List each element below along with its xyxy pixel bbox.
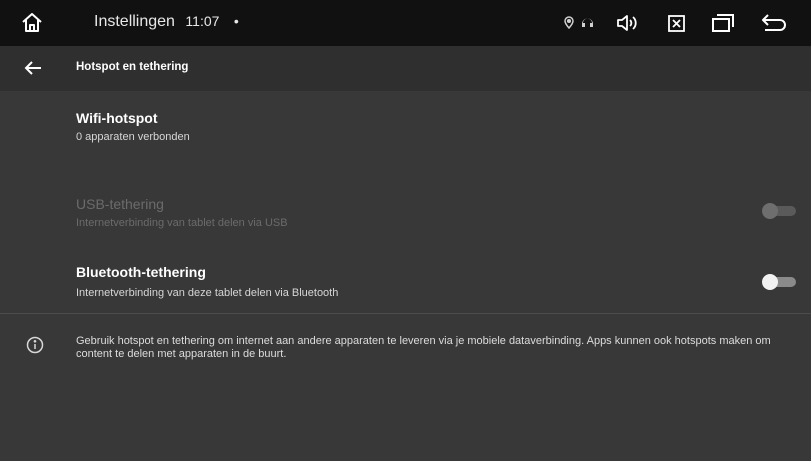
app-name: Instellingen [94, 13, 175, 30]
status-title: Instellingen 11:07 • [94, 13, 239, 31]
home-icon[interactable] [18, 9, 46, 37]
location-icon [563, 15, 575, 29]
headset-icon [580, 15, 594, 29]
toolbar: Hotspot en tethering [0, 46, 811, 91]
settings-list: Wifi-hotspot 0 apparaten verbonden USB-t… [0, 91, 811, 461]
arrow-left-icon[interactable] [22, 57, 44, 79]
usb-tethering-toggle [762, 203, 798, 219]
setting-subtitle: 0 apparaten verbonden [76, 131, 190, 143]
toggle-thumb [762, 203, 778, 219]
info-icon [26, 336, 44, 354]
setting-title: Bluetooth-tethering [76, 264, 206, 280]
setting-bluetooth-tethering[interactable]: Bluetooth-tethering Internetverbinding v… [0, 243, 811, 313]
setting-usb-tethering: USB-tethering Internetverbinding van tab… [0, 175, 811, 243]
setting-wifi-hotspot[interactable]: Wifi-hotspot 0 apparaten verbonden [0, 91, 811, 175]
recent-apps-icon[interactable] [710, 12, 736, 34]
bluetooth-tethering-toggle[interactable] [762, 274, 798, 290]
close-box-icon[interactable] [666, 13, 686, 33]
setting-subtitle: Internetverbinding van deze tablet delen… [76, 287, 339, 299]
divider [0, 313, 811, 314]
toggle-thumb [762, 274, 778, 290]
clock: 11:07 [185, 13, 220, 29]
setting-title: USB-tethering [76, 196, 164, 212]
notification-dot: • [233, 13, 239, 29]
page-title: Hotspot en tethering [76, 61, 189, 73]
status-bar: Instellingen 11:07 • [0, 0, 811, 46]
back-nav-icon[interactable] [760, 12, 788, 34]
setting-subtitle: Internetverbinding van tablet delen via … [76, 217, 288, 229]
setting-title: Wifi-hotspot [76, 110, 158, 126]
volume-icon[interactable] [615, 12, 639, 34]
info-text: Gebruik hotspot en tethering om internet… [76, 335, 771, 360]
